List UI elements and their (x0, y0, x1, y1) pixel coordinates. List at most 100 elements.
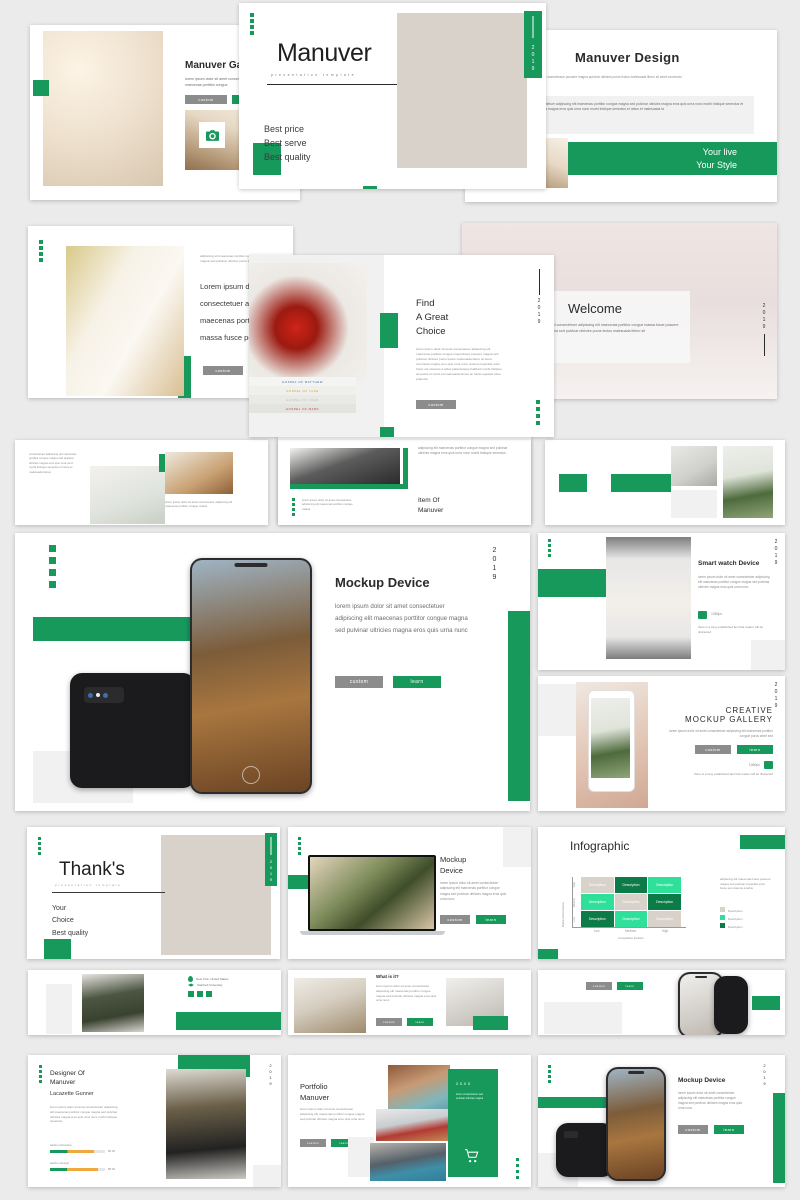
thanks-bullet-0: Your (52, 905, 67, 912)
title-line-1: Portfolio (300, 1082, 328, 1091)
custom-button[interactable]: custom (416, 400, 456, 409)
dot-decoration (548, 1065, 551, 1083)
title-line-1: CREATIVE (725, 706, 773, 715)
custom-button[interactable]: custom (440, 915, 470, 924)
accent-band (538, 1097, 608, 1108)
title-line-2: MOCKUP GALLERY (685, 715, 773, 724)
photo-bedroom (66, 246, 184, 396)
learn-button[interactable]: learn (714, 1125, 744, 1134)
photo-rose-books (249, 263, 367, 381)
slide-thanks[interactable]: 2019 Thank's presentation template Your … (27, 827, 280, 959)
custom-button[interactable]: custom (695, 745, 731, 755)
legend-label: Description (728, 924, 743, 929)
profile-education: Stanford University (197, 983, 223, 988)
learn-button[interactable]: learn (393, 676, 441, 688)
legend-label: Description (728, 916, 743, 921)
phone-front-mockup (606, 1067, 666, 1181)
laptop-mockup (300, 855, 445, 935)
slide-designer[interactable]: Designer Of Manuver Lacazette Gunner lor… (28, 1055, 281, 1187)
matrix-cell[interactable]: Description (614, 877, 648, 893)
title-line-2: Manuver (50, 1079, 76, 1087)
slide-laptop-mockup[interactable]: Mockup Device lorem ipsum dolor sit amet… (288, 827, 531, 959)
thanks-rule (52, 892, 165, 893)
matrix-cell[interactable]: Description (614, 894, 648, 910)
slide-mockup-device[interactable]: Mockup Device lorem ipsum dolor sit amet… (15, 533, 530, 811)
slide-interior-strip[interactable]: What is it? lorem ipsum dolor sit amet c… (288, 970, 531, 1035)
panel (46, 984, 72, 1034)
custom-button[interactable]: custom (335, 676, 383, 688)
year-marker: 2019 (773, 539, 779, 572)
accent-band (538, 569, 608, 597)
skill-row: adobe photoshop 80.00 (50, 1143, 120, 1154)
panel (671, 490, 717, 518)
learn-button[interactable]: learn (407, 1018, 433, 1026)
tagline-band: Your live Your Style (568, 142, 777, 175)
slide-infographic[interactable]: Infographic Market Attractiveness High M… (538, 827, 785, 959)
slide-find-a-great-choice[interactable]: GOSPEL OF MATTHEW GOSPEL OF LUKE GOSPEL … (249, 255, 554, 437)
accent-band (33, 617, 203, 641)
accent-band (176, 1012, 281, 1030)
photo-person (82, 974, 144, 1032)
slide-profile-strip[interactable]: New York, United States Stanford Univers… (28, 970, 281, 1035)
panel (544, 1002, 622, 1034)
matrix-cell[interactable]: Description (581, 877, 614, 893)
book-line-0: GOSPEL OF MATTHEW (249, 377, 356, 386)
learn-button[interactable]: learn (617, 982, 643, 990)
custom-button[interactable]: custom (185, 95, 227, 105)
headline-line-2: maecenas port (200, 315, 250, 325)
matrix-cell[interactable]: Description (614, 911, 648, 927)
instagram-icon[interactable] (206, 990, 212, 997)
custom-button[interactable]: custom (300, 1139, 326, 1147)
slide-strip-right[interactable]: adipiscing elit maecenas porttitor congu… (278, 440, 531, 525)
year-label: 2019 (762, 1063, 767, 1087)
slide-smart-watch[interactable]: Smart watch Device lorem ipsum dolor sit… (538, 533, 785, 670)
custom-button[interactable]: custom (678, 1125, 708, 1134)
slide-strip-left[interactable]: consectetuer adipiscing elit maecenas po… (15, 440, 268, 525)
accent-square-bottom (538, 949, 558, 959)
slide-strip-far-right[interactable] (545, 440, 785, 525)
title-line-2: Manuver (418, 506, 444, 514)
skill-value: 88.00 (108, 1167, 115, 1172)
accent-band (288, 875, 310, 889)
title-line-1: Mockup (440, 855, 467, 864)
slide-mockup-device-2[interactable]: Mockup Device lorem ipsum dolor sit amet… (538, 1055, 785, 1187)
slide-title: Mockup Device (678, 1077, 726, 1084)
matrix-chart: Market Attractiveness High Medium Low De… (562, 877, 689, 940)
custom-button[interactable]: custom (203, 366, 243, 375)
slide-body: lorem ipsum dolor sit amet consectetuer … (440, 881, 507, 901)
custom-button[interactable]: custom (376, 1018, 402, 1026)
dot-decoration (548, 539, 551, 557)
facebook-icon[interactable] (188, 990, 194, 997)
learn-button[interactable]: learn (737, 745, 773, 755)
image-placeholder (397, 13, 527, 168)
slide-phone-strip[interactable]: custom learn (538, 970, 785, 1035)
year-label: 2019 (761, 303, 767, 331)
accent-underline (290, 484, 408, 489)
skill-label: adobe indesign (50, 1160, 69, 1165)
slide-portfolio[interactable]: Portfolio Manuver lorem ipsum dolor sit … (288, 1055, 531, 1187)
cover-subtitle: presentation template (271, 73, 356, 77)
legend-label: Description (728, 909, 743, 913)
slide-creative-mockup-gallery[interactable]: CREATIVE MOCKUP GALLERY lorem ipsum dolo… (538, 676, 785, 811)
year-label: 2019 (530, 45, 536, 73)
accent-right-bar (773, 1093, 785, 1183)
slide-cover-manuver[interactable]: 2019 Manuver presentation template Best … (239, 3, 546, 189)
year-marker: 2019 (761, 303, 767, 356)
matrix-cell[interactable]: Description (648, 877, 681, 893)
matrix-cell[interactable]: Description (648, 894, 681, 910)
accent-square (740, 835, 785, 849)
matrix-cell[interactable]: Description (648, 911, 681, 927)
matrix-cell[interactable]: Description (581, 911, 614, 927)
twitter-icon[interactable] (197, 990, 203, 997)
learn-button[interactable]: learn (476, 915, 506, 924)
matrix-cell[interactable]: Description (581, 894, 614, 910)
skill-bar-fill (50, 1168, 99, 1172)
thanks-bullet-2: Best quality (52, 929, 89, 937)
legend-item: Description (720, 907, 742, 915)
image-icon (764, 761, 773, 770)
dot-decoration (49, 545, 56, 588)
custom-button[interactable]: custom (586, 982, 612, 990)
slide-caption: lorem ipsum dolor sit amet consectetuer … (302, 498, 353, 511)
thanks-subtitle: presentation template (55, 883, 122, 887)
promo-body: lorem consectetuer sed pulvinar ultricie… (456, 1093, 484, 1101)
